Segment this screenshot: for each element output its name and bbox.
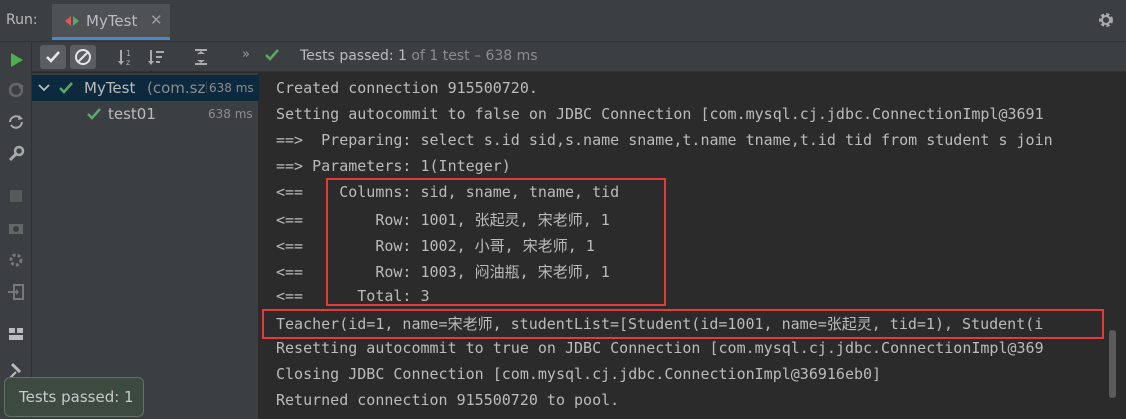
- highlight-box-teacher-output: [262, 309, 1104, 339]
- show-passed-icon[interactable]: [40, 45, 66, 69]
- layout-icon[interactable]: [6, 324, 26, 344]
- tests-passed-tooltip: Tests passed: 1: [4, 377, 144, 417]
- wrench-icon[interactable]: [6, 144, 26, 164]
- check-icon: [59, 82, 73, 94]
- console-output[interactable]: Created connection 915500720. Setting au…: [260, 73, 1126, 419]
- test-tree: MyTest (com.szh 638 ms test01 638 ms: [32, 73, 259, 419]
- toggle-auto-test-icon[interactable]: [6, 112, 26, 132]
- svg-text:z: z: [126, 58, 130, 67]
- chevron-down-icon[interactable]: [38, 83, 50, 93]
- status-detail: of 1 test – 638 ms: [411, 48, 538, 64]
- console-line: Resetting autocommit to true on JDBC Con…: [276, 339, 1044, 357]
- sort-by-duration-icon[interactable]: [144, 45, 170, 69]
- expand-all-icon[interactable]: [188, 45, 214, 69]
- camera-icon[interactable]: [6, 218, 26, 238]
- sort-alphabetically-icon[interactable]: 1z: [114, 45, 140, 69]
- show-ignored-icon[interactable]: [70, 45, 96, 69]
- settings-cog-icon[interactable]: [6, 250, 26, 270]
- status-label: Tests passed:: [300, 48, 394, 64]
- test-run-icon: [65, 16, 79, 26]
- rerun-icon[interactable]: [6, 50, 26, 70]
- tab-label: MyTest: [86, 12, 138, 30]
- gear-icon[interactable]: [1097, 11, 1115, 29]
- tree-item-label: test01: [108, 105, 156, 123]
- highlight-box-result-rows: [326, 178, 666, 306]
- test-status-text: Tests passed: 1 of 1 test – 638 ms: [300, 48, 538, 64]
- run-side-toolbar: [0, 42, 32, 419]
- console-line: ==> Parameters: 1(Integer): [276, 157, 511, 175]
- tree-item-package: (com.szh: [147, 79, 215, 97]
- more-toolbar-icon[interactable]: »: [242, 47, 250, 62]
- console-line: Closing JDBC Connection [com.mysql.cj.jd…: [276, 365, 882, 383]
- console-line: Created connection 915500720.: [276, 79, 538, 97]
- tab-mytest[interactable]: MyTest ✕: [52, 4, 170, 40]
- test-toolbar: 1z » Tests passed: 1 of 1 test – 638 ms: [32, 42, 1126, 72]
- console-scrollbar[interactable]: [1109, 330, 1116, 398]
- tree-item-mytest[interactable]: MyTest (com.szh 638 ms: [32, 75, 259, 101]
- check-icon: [265, 49, 279, 61]
- run-toolwindow-header: Run: MyTest ✕: [0, 0, 1126, 42]
- status-count: 1: [393, 48, 412, 64]
- import-icon[interactable]: [6, 282, 26, 302]
- run-label: Run:: [6, 12, 38, 28]
- tree-item-label: MyTest: [84, 79, 136, 97]
- rerun-failed-icon[interactable]: [6, 80, 26, 100]
- tree-item-time: 638 ms: [208, 107, 253, 121]
- tree-item-test01[interactable]: test01 638 ms: [32, 101, 259, 127]
- console-line: Setting autocommit to false on JDBC Conn…: [276, 105, 1044, 123]
- tree-item-time: 638 ms: [207, 81, 254, 95]
- console-line: Returned connection 915500720 to pool.: [276, 391, 620, 409]
- tooltip-text: Tests passed: 1: [19, 388, 134, 406]
- check-icon: [87, 108, 101, 120]
- stop-icon[interactable]: [6, 186, 26, 206]
- console-line: ==> Preparing: select s.id sid,s.name sn…: [276, 131, 1053, 149]
- svg-text:1: 1: [126, 49, 131, 58]
- close-icon[interactable]: ✕: [150, 11, 163, 29]
